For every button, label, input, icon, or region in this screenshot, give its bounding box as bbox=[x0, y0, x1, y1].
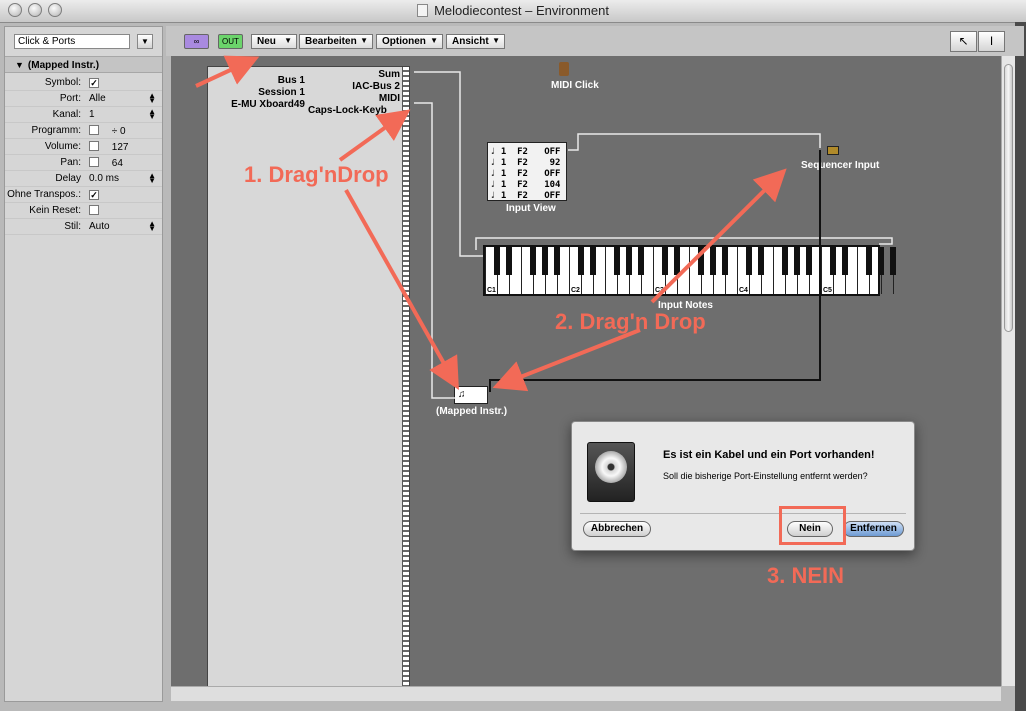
annotation-arrow-toolbar bbox=[195, 55, 260, 88]
logic-disc-icon bbox=[587, 442, 635, 502]
cable-input-view[interactable] bbox=[568, 133, 821, 151]
cable-keyboard[interactable] bbox=[475, 237, 893, 250]
dialog-title: Es ist ein Kabel und ein Port vorhanden! bbox=[663, 449, 875, 461]
annotation-arrow-1-up bbox=[338, 109, 411, 162]
cables-and-arrows bbox=[195, 55, 893, 399]
annotation-step-3: 3. NEIN bbox=[767, 563, 845, 588]
annotation-step-2: 2. Drag'n Drop bbox=[555, 309, 706, 334]
cable-sum[interactable] bbox=[414, 71, 483, 257]
cancel-button[interactable]: Abbrechen bbox=[583, 521, 651, 537]
disc-icon bbox=[595, 451, 627, 483]
annotation-arrow-1-down bbox=[344, 189, 459, 390]
alert-dialog: Es ist ein Kabel und ein Port vorhanden!… bbox=[571, 421, 915, 551]
annotation-arrow-2-down bbox=[492, 328, 641, 392]
cable-midi[interactable] bbox=[414, 102, 455, 399]
highlight-box-no-button bbox=[779, 506, 846, 545]
remove-button[interactable]: Entfernen bbox=[843, 521, 904, 537]
dialog-separator bbox=[580, 513, 906, 514]
annotation-step-1: 1. Drag'nDrop bbox=[244, 162, 389, 187]
dialog-message: Soll die bisherige Port-Einstellung entf… bbox=[663, 471, 868, 481]
